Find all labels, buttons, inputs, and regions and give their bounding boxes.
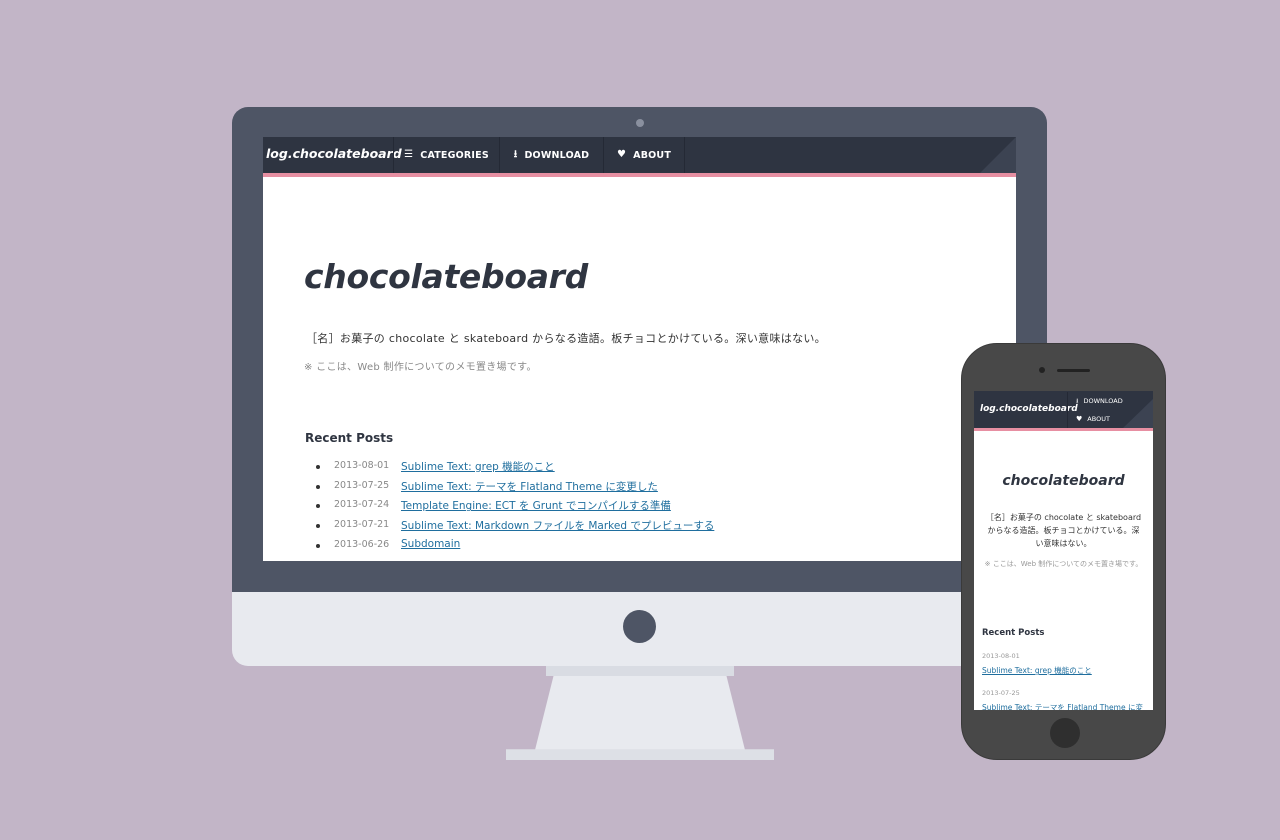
- mobile-post-link[interactable]: Sublime Text: テーマを Flatland Theme に変: [982, 702, 1143, 710]
- download-icon: ⭳: [1076, 396, 1079, 405]
- mobile-site-description: ［名］お菓子の chocolate と skateboard からなる造語。板チ…: [985, 513, 1142, 548]
- mobile-nav-download-label: DOWNLOAD: [1083, 397, 1123, 405]
- post-date: 2013-07-24: [334, 499, 390, 511]
- post-link[interactable]: Template Engine: ECT を Grunt でコンパイルする準備: [401, 498, 671, 513]
- post-date: 2013-06-26: [334, 538, 390, 550]
- mobile-screen: log.chocolateboard ⭳ DOWNLOAD ♥ ABOUT ch…: [974, 391, 1153, 710]
- post-link[interactable]: Subdomain: [401, 538, 460, 550]
- post-date: 2013-07-25: [334, 479, 390, 491]
- navbar-corner-decoration: [980, 137, 1016, 173]
- nav-download-label: DOWNLOAD: [524, 149, 590, 161]
- mobile-site-logo[interactable]: log.chocolateboard: [980, 404, 1078, 414]
- desktop-navbar: log.chocolateboard ☰ CATEGORIES ⭳ DOWNLO…: [263, 137, 1016, 173]
- mobile-page-title: chocolateboard: [1002, 473, 1125, 489]
- heart-icon: ♥: [1076, 414, 1083, 423]
- mobile-nav-download[interactable]: ⭳ DOWNLOAD: [1067, 392, 1153, 410]
- monitor-stand-shadow: [546, 666, 734, 676]
- mobile-nav-about-label: ABOUT: [1087, 415, 1110, 423]
- monitor-camera: [636, 119, 644, 127]
- nav-categories-label: CATEGORIES: [420, 149, 489, 161]
- mobile-recent-posts-heading: Recent Posts: [982, 628, 1045, 638]
- recent-posts-heading: Recent Posts: [305, 431, 394, 445]
- monitor-logo-dot: [623, 610, 656, 643]
- desktop-screen: log.chocolateboard ☰ CATEGORIES ⭳ DOWNLO…: [263, 137, 1016, 561]
- mobile-site-note: ※ ここは、Web 制作についてのメモ置き場です。: [984, 560, 1143, 568]
- list-icon: ☰: [404, 149, 414, 160]
- mobile-navbar-accent-stripe: [974, 428, 1153, 431]
- post-link[interactable]: Sublime Text: テーマを Flatland Theme に変更した: [401, 479, 658, 494]
- nav-categories[interactable]: ☰ CATEGORIES: [393, 137, 499, 173]
- monitor-stand-base: [506, 749, 774, 760]
- phone-home-button: [1050, 718, 1080, 748]
- phone-speaker: [1057, 369, 1090, 372]
- download-icon: ⭳: [513, 149, 518, 160]
- phone-camera: [1039, 367, 1045, 373]
- site-note: ※ ここは、Web 制作についてのメモ置き場です。: [304, 362, 537, 373]
- navbar-accent-stripe: [263, 173, 1016, 177]
- nav-about-label: ABOUT: [633, 149, 672, 161]
- mobile-post-date: 2013-08-01: [982, 652, 1020, 660]
- post-date: 2013-07-21: [334, 519, 390, 531]
- site-logo[interactable]: log.chocolateboard: [266, 146, 402, 161]
- nav-download[interactable]: ⭳ DOWNLOAD: [499, 137, 603, 173]
- monitor-stand: [535, 666, 745, 750]
- mobile-navbar: log.chocolateboard ⭳ DOWNLOAD ♥ ABOUT: [974, 391, 1153, 428]
- site-description: ［名］お菓子の chocolate と skateboard からなる造語。板チ…: [306, 332, 826, 345]
- mobile-post-date: 2013-07-25: [982, 689, 1020, 697]
- post-link[interactable]: Sublime Text: grep 機能のこと: [401, 459, 555, 474]
- nav-about[interactable]: ♥ ABOUT: [603, 137, 685, 173]
- page-title: chocolateboard: [304, 257, 588, 296]
- post-date: 2013-08-01: [334, 460, 390, 471]
- heart-icon: ♥: [616, 149, 627, 160]
- post-link[interactable]: Sublime Text: Markdown ファイルを Marked でプレビ…: [401, 518, 714, 533]
- mobile-post-link[interactable]: Sublime Text: grep 機能のこと: [982, 665, 1092, 676]
